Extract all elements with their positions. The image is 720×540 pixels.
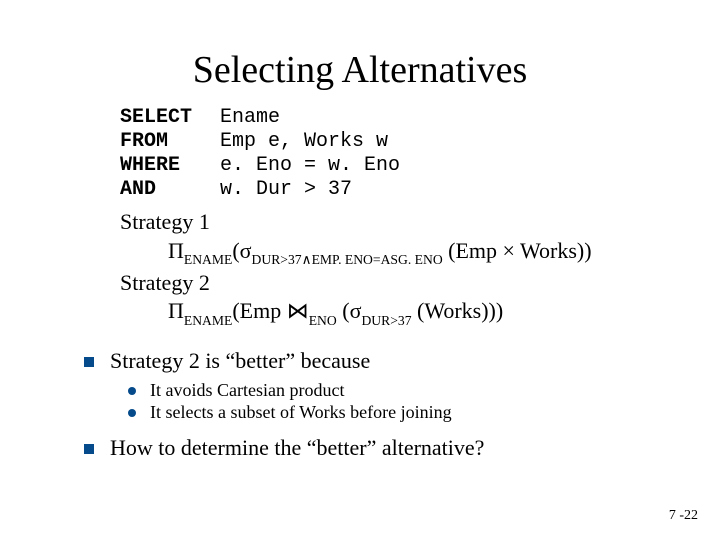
sql-select: SELECT Ename: [120, 106, 650, 130]
sql-where: WHERE e. Eno = w. Eno: [120, 154, 650, 178]
sql-kw-and: AND: [120, 178, 220, 202]
strategy1-label: Strategy 1: [120, 208, 650, 236]
expr-rest: (Works))): [412, 298, 504, 323]
sql-val-and: w. Dur > 37: [220, 178, 352, 202]
sql-val-select: Ename: [220, 106, 280, 130]
dot-bullet-icon: [128, 409, 136, 417]
expr-mid2: (: [337, 298, 350, 323]
sql-kw-select: SELECT: [120, 106, 220, 130]
sql-val-from: Emp e, Works w: [220, 130, 388, 154]
expr-mid1: (Emp: [232, 298, 286, 323]
sub-bullet-1-text: It avoids Cartesian product: [150, 380, 344, 401]
strategy2-expr: ΠENAME(Emp ⋈ENO (σDUR>37 (Works))): [120, 297, 650, 328]
sub-bullet-2-text: It selects a subset of Works before join…: [150, 402, 452, 423]
strategy1-expr: ΠENAME(σDUR>37∧EMP. ENO=ASG. ENO (Emp × …: [120, 237, 650, 268]
content-area: SELECT Ename FROM Emp e, Works w WHERE e…: [0, 106, 720, 328]
expr-rest: (Emp × Works)): [443, 238, 592, 263]
proj-sub: ENAME: [184, 313, 232, 328]
join-op: ⋈: [287, 298, 309, 323]
sql-block: SELECT Ename FROM Emp e, Works w WHERE e…: [120, 106, 650, 202]
bullet-1: Strategy 2 is “better” because: [84, 348, 720, 374]
sql-kw-where: WHERE: [120, 154, 220, 178]
sel-op: σ: [240, 238, 252, 263]
join-sub: ENO: [309, 313, 337, 328]
sql-kw-from: FROM: [120, 130, 220, 154]
proj-op: Π: [168, 238, 184, 263]
strategy2-label: Strategy 2: [120, 269, 650, 297]
bullet-1-text: Strategy 2 is “better” because: [110, 348, 370, 374]
dot-bullet-icon: [128, 387, 136, 395]
sub-bullet-2: It selects a subset of Works before join…: [128, 402, 720, 423]
sql-from: FROM Emp e, Works w: [120, 130, 650, 154]
sel-sub: DUR>37: [361, 313, 411, 328]
bullet-2: How to determine the “better” alternativ…: [84, 435, 720, 461]
sql-val-where: e. Eno = w. Eno: [220, 154, 400, 178]
bullet-2-text: How to determine the “better” alternativ…: [110, 435, 484, 461]
slide: Selecting Alternatives SELECT Ename FROM…: [0, 0, 720, 540]
proj-sub: ENAME: [184, 252, 232, 267]
sel-sub: DUR>37∧EMP. ENO=ASG. ENO: [252, 252, 443, 267]
sub-bullet-list: It avoids Cartesian product It selects a…: [84, 380, 720, 423]
sql-and: AND w. Dur > 37: [120, 178, 650, 202]
proj-op: Π: [168, 298, 184, 323]
square-bullet-icon: [84, 357, 94, 367]
page-number: 7 -22: [669, 508, 698, 524]
square-bullet-icon: [84, 444, 94, 454]
slide-title: Selecting Alternatives: [0, 0, 720, 106]
sub-bullet-1: It avoids Cartesian product: [128, 380, 720, 401]
bullet-list: Strategy 2 is “better” because It avoids…: [0, 348, 720, 461]
sel-op: σ: [350, 298, 362, 323]
open-paren: (: [232, 238, 239, 263]
